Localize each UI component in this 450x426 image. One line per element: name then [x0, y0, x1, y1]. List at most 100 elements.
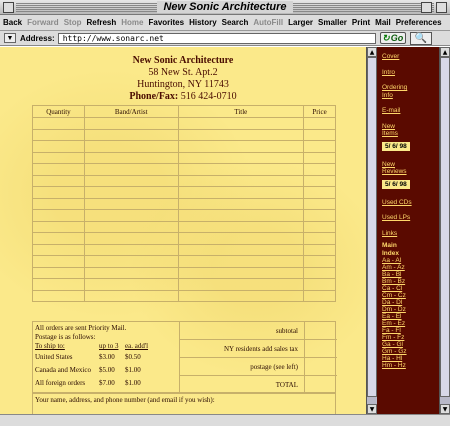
band-cell[interactable]: [83, 174, 179, 187]
nav-scroll-thumb[interactable]: [440, 57, 450, 397]
nav-link-links[interactable]: Links: [382, 230, 439, 238]
title-cell[interactable]: [177, 278, 305, 291]
preferences-button[interactable]: Preferences: [396, 18, 442, 27]
band-cell[interactable]: [83, 209, 179, 222]
title-cell[interactable]: [177, 232, 305, 245]
order-row[interactable]: [32, 197, 336, 210]
autofill-button[interactable]: AutoFill: [253, 18, 283, 27]
band-cell[interactable]: [83, 243, 179, 256]
title-cell[interactable]: [177, 163, 305, 176]
forward-button[interactable]: Forward: [27, 18, 59, 27]
collapse-box-icon[interactable]: [436, 2, 447, 13]
nav-index-link[interactable]: Em - Ez: [382, 320, 439, 327]
order-row[interactable]: [32, 117, 336, 130]
qty-cell[interactable]: [32, 186, 85, 199]
scroll-down-icon[interactable]: ▼: [367, 404, 377, 414]
title-cell[interactable]: [177, 220, 305, 233]
nav-index-link[interactable]: Ba - Bl: [382, 271, 439, 278]
order-row[interactable]: [32, 232, 336, 245]
band-cell[interactable]: [83, 289, 179, 302]
order-row[interactable]: [32, 128, 336, 141]
title-cell[interactable]: [177, 140, 305, 153]
nav-index-link[interactable]: Ca - Cl: [382, 285, 439, 292]
home-button[interactable]: Home: [121, 18, 143, 27]
band-cell[interactable]: [83, 220, 179, 233]
nav-scroll-down-icon[interactable]: ▼: [440, 404, 450, 414]
go-button[interactable]: ↻ Go: [379, 32, 406, 44]
qty-cell[interactable]: [32, 163, 85, 176]
order-row[interactable]: [32, 278, 336, 291]
qty-cell[interactable]: [32, 117, 85, 130]
price-cell[interactable]: [303, 243, 336, 256]
address-dropdown-icon[interactable]: ▼: [4, 33, 16, 43]
price-cell[interactable]: [303, 163, 336, 176]
nav-index-link[interactable]: Ea - El: [382, 313, 439, 320]
title-cell[interactable]: [177, 289, 305, 302]
price-cell[interactable]: [303, 197, 336, 210]
zoom-box-icon[interactable]: [421, 2, 432, 13]
price-cell[interactable]: [303, 289, 336, 302]
history-button[interactable]: History: [189, 18, 217, 27]
price-cell[interactable]: [303, 128, 336, 141]
qty-cell[interactable]: [32, 243, 85, 256]
nav-index-link[interactable]: Ha - Hl: [382, 355, 439, 362]
band-cell[interactable]: [83, 140, 179, 153]
title-cell[interactable]: [177, 128, 305, 141]
back-button[interactable]: Back: [3, 18, 22, 27]
scroll-up-icon[interactable]: ▲: [367, 47, 377, 57]
price-cell[interactable]: [303, 151, 336, 164]
order-row[interactable]: [32, 289, 336, 302]
qty-cell[interactable]: [32, 151, 85, 164]
nav-index-link[interactable]: Dm - Dz: [382, 306, 439, 313]
band-cell[interactable]: [83, 197, 179, 210]
nav-scrollbar[interactable]: ▲ ▼: [439, 47, 450, 414]
title-cell[interactable]: [177, 266, 305, 279]
mail-button[interactable]: Mail: [375, 18, 391, 27]
price-cell[interactable]: [303, 266, 336, 279]
qty-cell[interactable]: [32, 220, 85, 233]
page-scrollbar[interactable]: ▲ ▼: [366, 47, 377, 414]
order-row[interactable]: [32, 209, 336, 222]
window-title-bar[interactable]: New Sonic Architecture: [0, 0, 450, 15]
nav-index-link[interactable]: Aa - Al: [382, 257, 439, 264]
band-cell[interactable]: [83, 255, 179, 268]
order-row[interactable]: [32, 186, 336, 199]
nav-scroll-up-icon[interactable]: ▲: [440, 47, 450, 57]
smaller-button[interactable]: Smaller: [318, 18, 347, 27]
price-cell[interactable]: [303, 232, 336, 245]
order-row[interactable]: [32, 266, 336, 279]
stop-button[interactable]: Stop: [64, 18, 82, 27]
price-cell[interactable]: [303, 186, 336, 199]
customer-info-field[interactable]: Your name, address, and phone number (an…: [32, 393, 336, 414]
title-cell[interactable]: [177, 209, 305, 222]
nav-link-new-reviews[interactable]: New Reviews: [382, 161, 418, 176]
qty-cell[interactable]: [32, 174, 85, 187]
order-row[interactable]: [32, 163, 336, 176]
print-button[interactable]: Print: [352, 18, 370, 27]
order-row[interactable]: [32, 174, 336, 187]
price-cell[interactable]: [303, 117, 336, 130]
nav-link-intro[interactable]: Intro: [382, 69, 439, 77]
band-cell[interactable]: [83, 128, 179, 141]
nav-link-email[interactable]: E-mail: [382, 107, 439, 115]
price-cell[interactable]: [303, 209, 336, 222]
nav-link-cover[interactable]: Cover: [382, 53, 439, 61]
search-magnifier-icon[interactable]: 🔍: [409, 31, 432, 45]
qty-cell[interactable]: [32, 140, 85, 153]
title-cell[interactable]: [177, 151, 305, 164]
larger-button[interactable]: Larger: [288, 18, 313, 27]
address-input[interactable]: http://www.sonarc.net: [57, 32, 376, 44]
favorites-button[interactable]: Favorites: [149, 18, 185, 27]
band-cell[interactable]: [83, 186, 179, 199]
qty-cell[interactable]: [32, 266, 85, 279]
band-cell[interactable]: [83, 117, 179, 130]
title-cell[interactable]: [177, 186, 305, 199]
qty-cell[interactable]: [32, 278, 85, 291]
price-cell[interactable]: [303, 140, 336, 153]
close-box-icon[interactable]: [3, 2, 14, 13]
refresh-button[interactable]: Refresh: [86, 18, 116, 27]
title-cell[interactable]: [177, 197, 305, 210]
qty-cell[interactable]: [32, 289, 85, 302]
qty-cell[interactable]: [32, 128, 85, 141]
qty-cell[interactable]: [32, 197, 85, 210]
